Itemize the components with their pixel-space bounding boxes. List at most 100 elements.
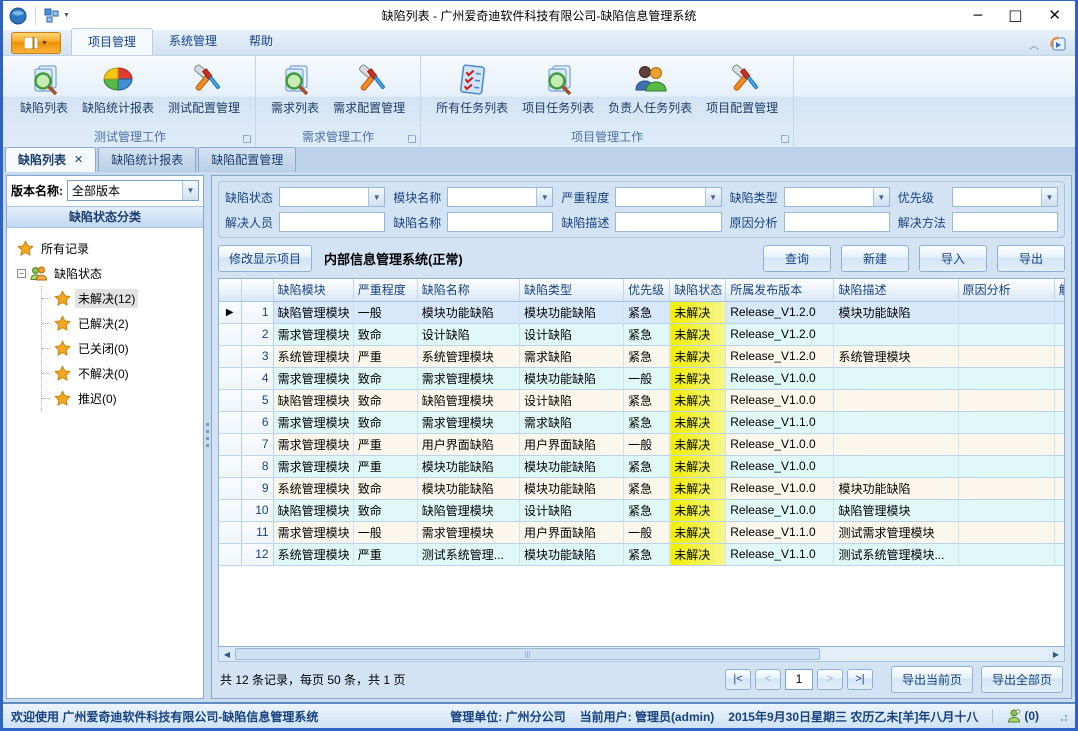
tree-item-已解决(2)[interactable]: 已解决(2) bbox=[42, 311, 201, 336]
table-row[interactable]: 9系统管理模块致命模块功能缺陷模块功能缺陷紧急未解决Release_V1.0.0… bbox=[219, 477, 1065, 499]
column-header-缺陷状态[interactable]: 缺陷状态 bbox=[670, 279, 726, 301]
action-button-新建[interactable]: 新建 bbox=[841, 245, 909, 272]
column-header-缺陷名称[interactable]: 缺陷名称 bbox=[417, 279, 519, 301]
scrollbar-track[interactable] bbox=[235, 647, 1048, 661]
dropdown-icon[interactable]: ▼ bbox=[705, 188, 721, 206]
filter-combobox-缺陷类型[interactable]: ▼ bbox=[784, 187, 890, 207]
doc-tab-缺陷统计报表[interactable]: 缺陷统计报表 bbox=[98, 147, 196, 172]
dialog-launcher-icon[interactable] bbox=[243, 135, 251, 143]
collapse-ribbon-icon[interactable]: ︿ bbox=[1029, 37, 1039, 52]
filter-combobox-严重程度[interactable]: ▼ bbox=[615, 187, 721, 207]
table-row[interactable]: 2需求管理模块致命设计缺陷设计缺陷紧急未解决Release_V1.2.0 bbox=[219, 323, 1065, 345]
first-page-button[interactable]: |< bbox=[725, 669, 751, 690]
minimize-button[interactable]: ─ bbox=[974, 9, 982, 23]
filter-input-缺陷描述[interactable] bbox=[615, 212, 721, 232]
scrollbar-thumb[interactable] bbox=[235, 648, 820, 660]
filter-input-原因分析[interactable] bbox=[784, 212, 890, 232]
modify-display-items-button[interactable]: 修改显示项目 bbox=[218, 245, 312, 272]
previous-page-button[interactable]: < bbox=[755, 669, 781, 690]
version-dropdown-icon[interactable]: ▼ bbox=[182, 181, 198, 200]
header-row-indicator bbox=[219, 279, 241, 301]
help-icon[interactable] bbox=[1049, 36, 1067, 52]
dropdown-icon[interactable]: ▼ bbox=[873, 188, 889, 206]
tree-item-所有记录[interactable]: 所有记录 bbox=[17, 236, 201, 261]
version-combobox[interactable]: 全部版本 ▼ bbox=[67, 180, 199, 201]
next-page-button[interactable]: > bbox=[817, 669, 843, 690]
close-button[interactable]: ✕ bbox=[1048, 8, 1061, 23]
table-row[interactable]: 3系统管理模块严重系统管理模块需求缺陷紧急未解决Release_V1.2.0系统… bbox=[219, 345, 1065, 367]
ribbon-button-缺陷统计报表[interactable]: 缺陷统计报表 bbox=[77, 60, 159, 119]
cell-version: Release_V1.0.0 bbox=[726, 389, 834, 411]
row-number-cell: 6 bbox=[241, 411, 273, 433]
column-header-缺陷类型[interactable]: 缺陷类型 bbox=[519, 279, 623, 301]
export-current-page-button[interactable]: 导出当前页 bbox=[891, 666, 973, 693]
column-header-原因分析[interactable]: 原因分析 bbox=[958, 279, 1054, 301]
dropdown-icon[interactable]: ▼ bbox=[368, 188, 384, 206]
table-row[interactable]: 6需求管理模块致命需求管理模块需求缺陷紧急未解决Release_V1.1.0 bbox=[219, 411, 1065, 433]
dialog-launcher-icon[interactable] bbox=[781, 135, 789, 143]
action-button-导入[interactable]: 导入 bbox=[919, 245, 987, 272]
table-row[interactable]: 10缺陷管理模块致命缺陷管理模块设计缺陷紧急未解决Release_V1.0.0缺… bbox=[219, 499, 1065, 521]
action-button-查询[interactable]: 查询 bbox=[763, 245, 831, 272]
menu-tab-系统管理[interactable]: 系统管理 bbox=[153, 28, 233, 55]
cell-solution bbox=[1054, 433, 1065, 455]
column-header-缺陷描述[interactable]: 缺陷描述 bbox=[834, 279, 958, 301]
maximize-button[interactable]: □ bbox=[1008, 8, 1022, 23]
column-header-严重程度[interactable]: 严重程度 bbox=[353, 279, 417, 301]
quick-access-grid-icon[interactable] bbox=[44, 8, 60, 24]
scroll-right-icon[interactable]: ▶ bbox=[1048, 647, 1064, 661]
column-header-缺陷模块[interactable]: 缺陷模块 bbox=[273, 279, 353, 301]
doc-tab-缺陷列表[interactable]: 缺陷列表✕ bbox=[5, 147, 96, 172]
tree-item-推迟(0)[interactable]: 推迟(0) bbox=[42, 386, 201, 411]
filter-input-缺陷名称[interactable] bbox=[447, 212, 553, 232]
dropdown-icon[interactable]: ▼ bbox=[536, 188, 552, 206]
dialog-launcher-icon[interactable] bbox=[408, 135, 416, 143]
table-row[interactable]: 8需求管理模块严重模块功能缺陷模块功能缺陷紧急未解决Release_V1.0.0 bbox=[219, 455, 1065, 477]
ribbon-button-项目任务列表[interactable]: 项目任务列表 bbox=[517, 60, 599, 119]
tree-item-已关闭(0)[interactable]: 已关闭(0) bbox=[42, 336, 201, 361]
filter-input-解决人员[interactable] bbox=[279, 212, 385, 232]
resize-grip-icon[interactable] bbox=[1057, 711, 1067, 721]
menu-tab-帮助[interactable]: 帮助 bbox=[233, 28, 289, 55]
export-all-pages-button[interactable]: 导出全部页 bbox=[981, 666, 1063, 693]
action-button-导出[interactable]: 导出 bbox=[997, 245, 1065, 272]
tree-collapse-icon[interactable]: − bbox=[17, 269, 26, 278]
column-header-所属发布版本[interactable]: 所属发布版本 bbox=[726, 279, 834, 301]
application-menu-button[interactable]: ▼ bbox=[11, 32, 61, 54]
table-row[interactable]: 7需求管理模块严重用户界面缺陷用户界面缺陷一般未解决Release_V1.0.0 bbox=[219, 433, 1065, 455]
filter-combobox-模块名称[interactable]: ▼ bbox=[447, 187, 553, 207]
filter-combobox-优先级[interactable]: ▼ bbox=[952, 187, 1058, 207]
doc-tab-缺陷配置管理[interactable]: 缺陷配置管理 bbox=[198, 147, 296, 172]
ribbon-button-所有任务列表[interactable]: 所有任务列表 bbox=[431, 60, 513, 119]
ribbon-button-项目配置管理[interactable]: 项目配置管理 bbox=[701, 60, 783, 119]
tab-close-icon[interactable]: ✕ bbox=[74, 153, 83, 166]
online-users: (0) bbox=[1007, 709, 1039, 723]
panel-splitter[interactable] bbox=[204, 175, 211, 699]
quick-access-dropdown-icon[interactable]: ▼ bbox=[63, 12, 70, 19]
ribbon-button-需求配置管理[interactable]: 需求配置管理 bbox=[328, 60, 410, 119]
column-header-优先级[interactable]: 优先级 bbox=[624, 279, 670, 301]
table-row[interactable]: ▶1缺陷管理模块一般模块功能缺陷模块功能缺陷紧急未解决Release_V1.2.… bbox=[219, 301, 1065, 323]
table-row[interactable]: 5缺陷管理模块致命缺陷管理模块设计缺陷紧急未解决Release_V1.0.0 bbox=[219, 389, 1065, 411]
last-page-button[interactable]: >| bbox=[847, 669, 873, 690]
tree-item-缺陷状态[interactable]: −缺陷状态 bbox=[17, 261, 201, 286]
column-header-解决方法[interactable]: 解决方法 bbox=[1054, 279, 1065, 301]
ribbon-button-负责人任务列表[interactable]: 负责人任务列表 bbox=[603, 60, 697, 119]
ribbon-button-缺陷列表[interactable]: 缺陷列表 bbox=[15, 60, 73, 119]
table-row[interactable]: 11需求管理模块一般需求管理模块用户界面缺陷一般未解决Release_V1.1.… bbox=[219, 521, 1065, 543]
menu-tab-项目管理[interactable]: 项目管理 bbox=[71, 28, 153, 55]
ribbon-right-controls: ︿ bbox=[1029, 36, 1067, 52]
ribbon-button-测试配置管理[interactable]: 测试配置管理 bbox=[163, 60, 245, 119]
scroll-left-icon[interactable]: ◀ bbox=[219, 647, 235, 661]
page-number-input[interactable] bbox=[785, 669, 813, 690]
ribbon-button-需求列表[interactable]: 需求列表 bbox=[266, 60, 324, 119]
table-row[interactable]: 12系统管理模块严重测试系统管理...模块功能缺陷紧急未解决Release_V1… bbox=[219, 543, 1065, 565]
filter-combobox-缺陷状态[interactable]: ▼ bbox=[279, 187, 385, 207]
dropdown-icon[interactable]: ▼ bbox=[1041, 188, 1057, 206]
table-row[interactable]: 4需求管理模块致命需求管理模块模块功能缺陷一般未解决Release_V1.0.0 bbox=[219, 367, 1065, 389]
horizontal-scrollbar[interactable]: ◀ ▶ bbox=[218, 647, 1065, 662]
tree-item-不解决(0)[interactable]: 不解决(0) bbox=[42, 361, 201, 386]
filter-input-解决方法[interactable] bbox=[952, 212, 1058, 232]
tree-item-未解决(12)[interactable]: 未解决(12) bbox=[42, 286, 201, 311]
row-indicator-cell: ▶ bbox=[219, 301, 241, 323]
